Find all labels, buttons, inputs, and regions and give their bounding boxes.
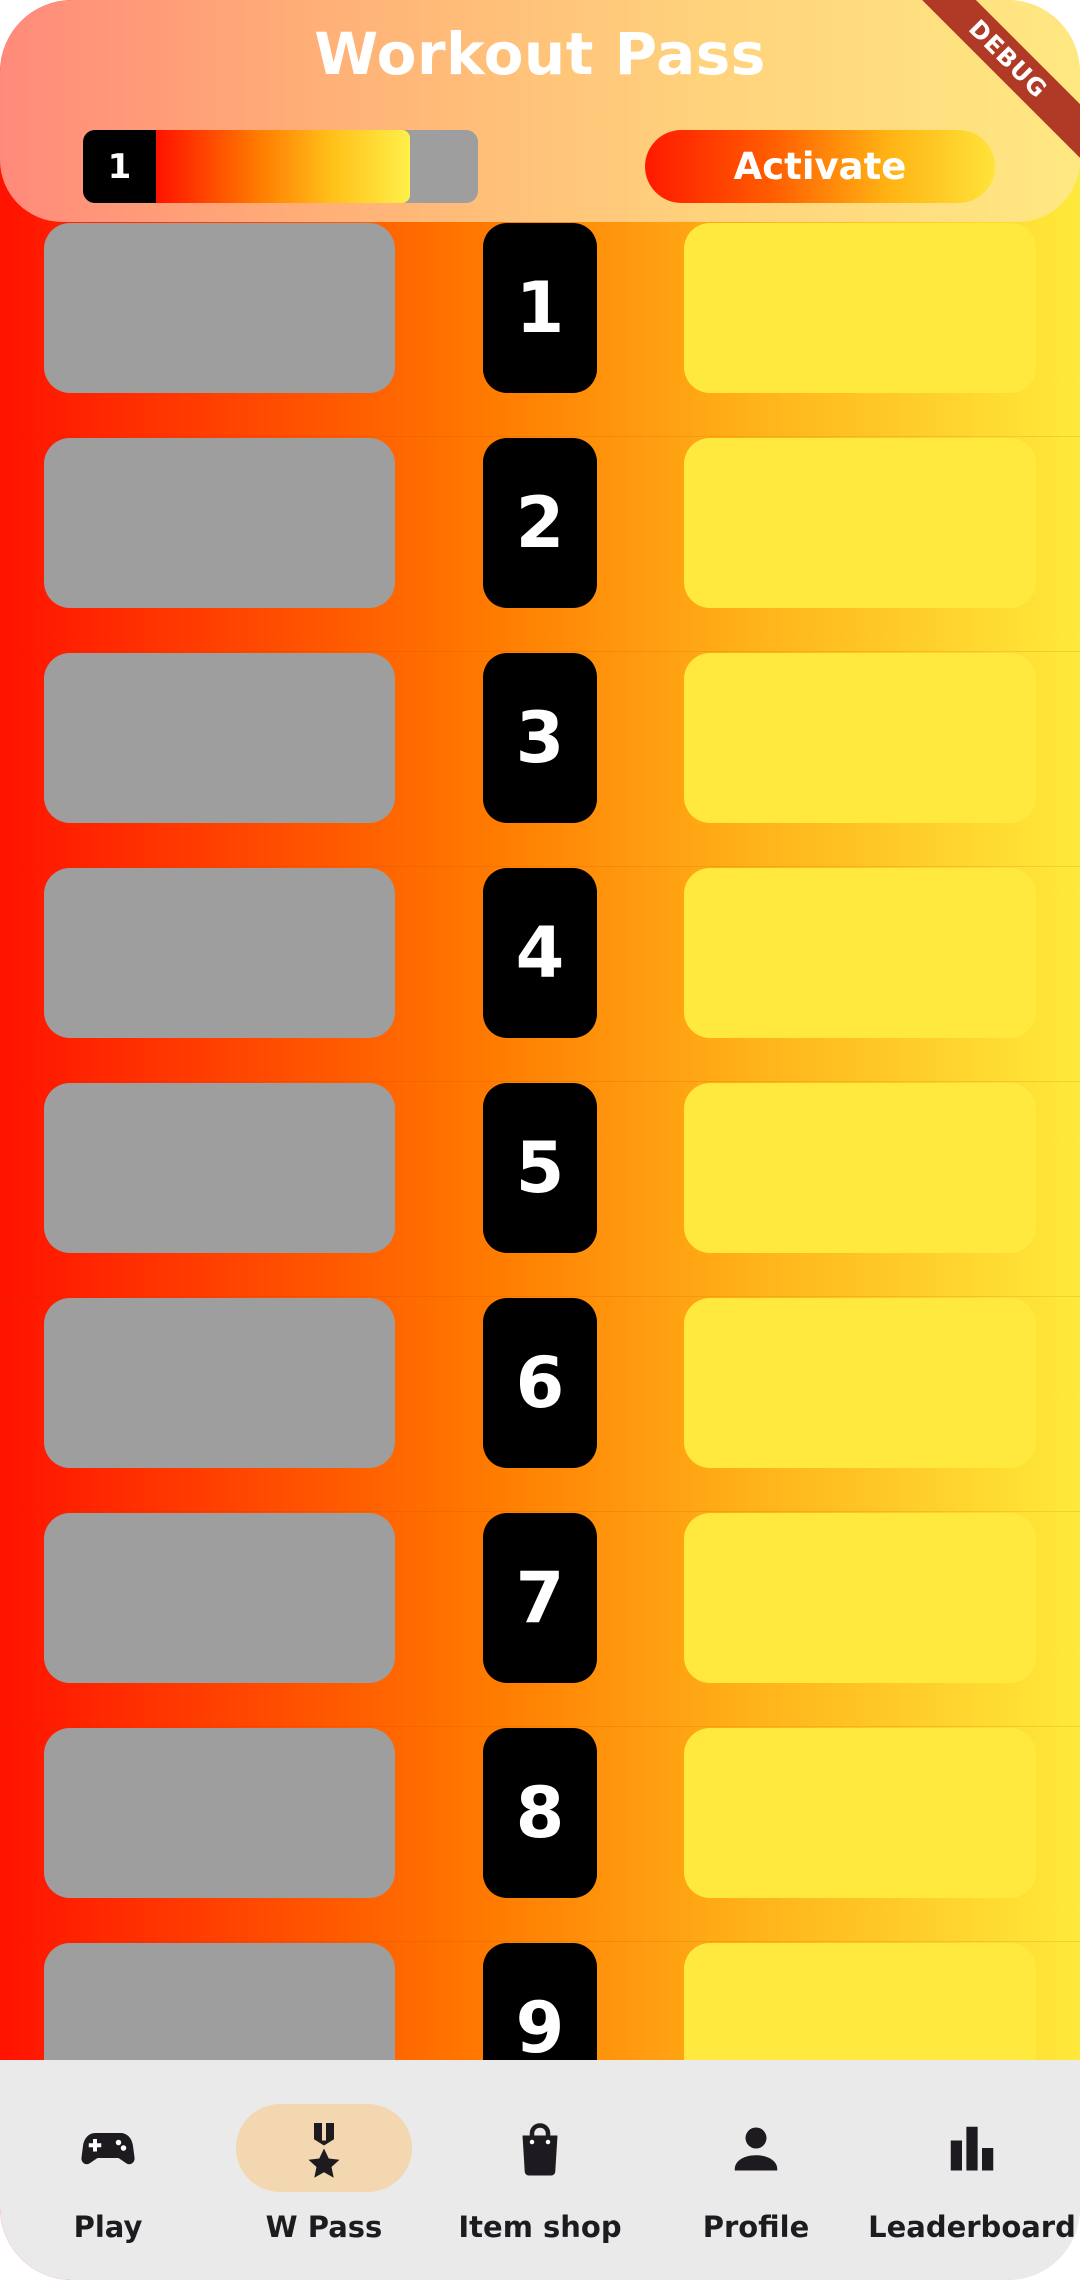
tier-level-badge: 1 — [483, 223, 597, 393]
free-reward-slot[interactable] — [44, 1513, 395, 1683]
tier-level-badge: 2 — [483, 438, 597, 608]
shopping-bag-icon — [522, 2123, 558, 2176]
page-title: Workout Pass — [314, 20, 766, 88]
premium-reward-slot[interactable] — [684, 1083, 1036, 1253]
bottom-navigation-bar: Play W Pass Item shop Profile Leaderboar… — [0, 2060, 1080, 2280]
tier-row: 1 — [0, 222, 1080, 437]
tier-level-badge: 7 — [483, 1513, 597, 1683]
premium-reward-slot[interactable] — [684, 1298, 1036, 1468]
premium-reward-slot[interactable] — [684, 653, 1036, 823]
nav-indicator — [452, 2104, 628, 2192]
tier-level-badge: 6 — [483, 1298, 597, 1468]
premium-reward-slot[interactable] — [684, 868, 1036, 1038]
tier-list[interactable]: 1 2 3 4 5 6 7 8 9 — [0, 222, 1080, 2157]
nav-label: Profile — [702, 2210, 810, 2244]
free-reward-slot[interactable] — [44, 868, 395, 1038]
nav-indicator-active — [236, 2104, 412, 2192]
tier-row: 8 — [0, 1727, 1080, 1942]
nav-indicator — [884, 2104, 1060, 2192]
nav-item-play[interactable]: Play — [0, 2060, 216, 2280]
premium-reward-slot[interactable] — [684, 438, 1036, 608]
tier-row: 7 — [0, 1512, 1080, 1727]
pass-header: Workout Pass 1 Activate — [0, 0, 1080, 222]
free-reward-slot[interactable] — [44, 653, 395, 823]
current-level-badge: 1 — [83, 130, 156, 203]
nav-label: Leaderboard — [868, 2210, 1076, 2244]
nav-item-w-pass[interactable]: W Pass — [216, 2060, 432, 2280]
nav-item-item-shop[interactable]: Item shop — [432, 2060, 648, 2280]
activate-button[interactable]: Activate — [645, 130, 995, 203]
tier-row: 6 — [0, 1297, 1080, 1512]
free-reward-slot[interactable] — [44, 1728, 395, 1898]
nav-label: Item shop — [458, 2210, 622, 2244]
progress-fill — [156, 130, 410, 203]
tier-level-badge: 5 — [483, 1083, 597, 1253]
bar-chart-icon — [950, 2126, 994, 2171]
nav-indicator — [668, 2104, 844, 2192]
free-reward-slot[interactable] — [44, 1298, 395, 1468]
tier-row: 5 — [0, 1082, 1080, 1297]
app-screen: Workout Pass 1 Activate DEBUG 1 2 3 4 5 … — [0, 0, 1080, 2280]
free-reward-slot[interactable] — [44, 1083, 395, 1253]
person-icon — [734, 2127, 778, 2171]
tier-row: 4 — [0, 867, 1080, 1082]
tier-level-badge: 3 — [483, 653, 597, 823]
premium-reward-slot[interactable] — [684, 1513, 1036, 1683]
tier-level-badge: 8 — [483, 1728, 597, 1898]
medal-icon — [308, 2123, 340, 2178]
level-progress-bar: 1 — [83, 130, 478, 203]
premium-reward-slot[interactable] — [684, 223, 1036, 393]
free-reward-slot[interactable] — [44, 438, 395, 608]
nav-label: Play — [73, 2210, 143, 2244]
tier-level-badge: 4 — [483, 868, 597, 1038]
nav-item-leaderboard[interactable]: Leaderboard — [864, 2060, 1080, 2280]
nav-label: W Pass — [265, 2210, 383, 2244]
tier-row: 3 — [0, 652, 1080, 867]
free-reward-slot[interactable] — [44, 223, 395, 393]
gamepad-icon — [81, 2133, 135, 2165]
nav-indicator — [20, 2104, 196, 2192]
nav-item-profile[interactable]: Profile — [648, 2060, 864, 2280]
premium-reward-slot[interactable] — [684, 1728, 1036, 1898]
tier-row: 2 — [0, 437, 1080, 652]
